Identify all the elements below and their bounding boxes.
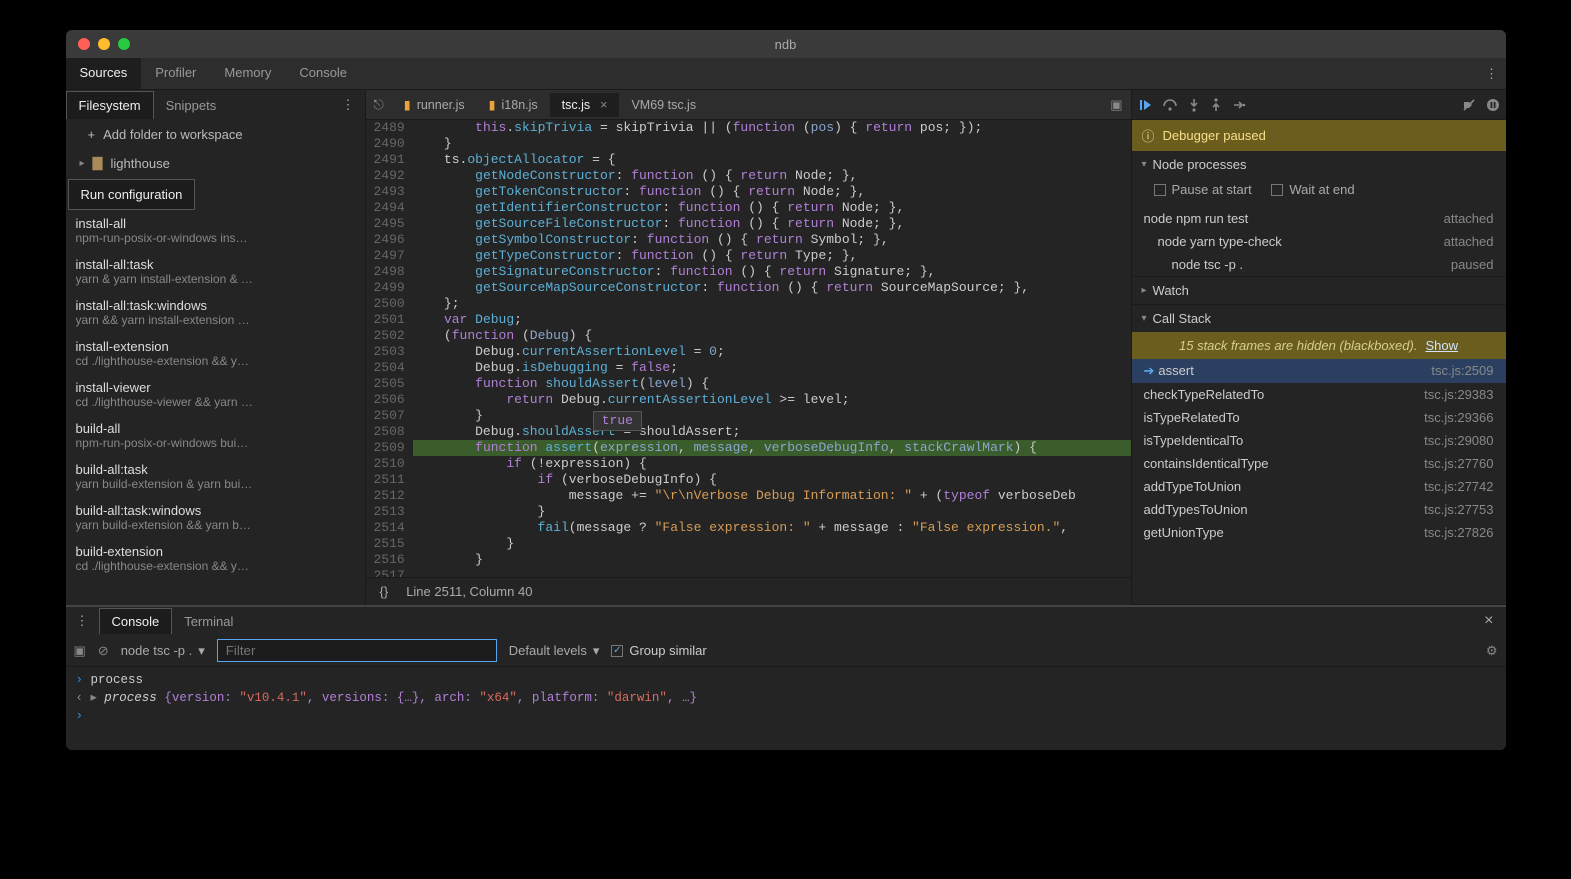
step-over-icon[interactable] — [1162, 98, 1178, 112]
stack-frame[interactable]: isTypeRelatedTotsc.js:29366 — [1132, 406, 1506, 429]
stack-frame[interactable]: isTypeIdenticalTotsc.js:29080 — [1132, 429, 1506, 452]
tab-filesystem[interactable]: Filesystem — [66, 91, 154, 119]
script-item[interactable]: install-allnpm-run-posix-or-windows ins… — [66, 210, 365, 251]
file-tab[interactable]: ▮i18n.js — [477, 92, 550, 117]
file-tab[interactable]: VM69 tsc.js — [619, 93, 708, 117]
run-configuration-header[interactable]: Run configuration — [68, 179, 196, 210]
step-icon[interactable] — [1232, 98, 1246, 112]
clear-console-icon[interactable]: ⊘ — [98, 643, 109, 659]
script-item[interactable]: install-viewercd ./lighthouse-viewer && … — [66, 374, 365, 415]
script-item[interactable]: build-extensioncd ./lighthouse-extension… — [66, 538, 365, 579]
folder-item[interactable]: ▸ ▇ lighthouse — [66, 149, 365, 177]
stack-frame[interactable]: getUnionTypetsc.js:27826 — [1132, 521, 1506, 544]
info-icon: ⓘ — [1142, 126, 1155, 145]
file-tab[interactable]: ▮runner.js — [392, 92, 477, 117]
code-editor[interactable]: this.skipTrivia = skipTrivia || (functio… — [413, 120, 1131, 577]
toggle-navigator-icon[interactable]: ▣ — [1102, 97, 1130, 113]
debugger-controls — [1132, 90, 1506, 120]
tab-memory[interactable]: Memory — [210, 58, 285, 89]
window-titlebar: ndb — [66, 30, 1506, 58]
drawer-tab-terminal[interactable]: Terminal — [172, 609, 245, 634]
step-out-icon[interactable] — [1210, 98, 1222, 112]
value-tooltip: true — [593, 411, 642, 431]
nav-back-icon[interactable]: ⎋ — [366, 97, 392, 113]
pause-at-start-checkbox[interactable]: Pause at start — [1154, 182, 1252, 197]
add-folder-button[interactable]: + Add folder to workspace — [66, 120, 365, 149]
filter-input[interactable] — [217, 639, 497, 662]
folder-label: lighthouse — [111, 156, 170, 171]
debugger-pane: ⓘ Debugger paused Node processes Pause a… — [1131, 90, 1506, 605]
tab-console[interactable]: Console — [285, 58, 361, 89]
settings-icon[interactable]: ⚙ — [1486, 643, 1498, 659]
editor-pane: ⎋ ▮runner.js ▮i18n.js tsc.js× VM69 tsc.j… — [366, 90, 1131, 605]
line-gutter: 2489249024912492249324942495249624972498… — [366, 120, 413, 577]
close-tab-icon[interactable]: × — [600, 98, 607, 112]
levels-selector[interactable]: Default levels ▾ — [509, 643, 600, 659]
chevron-down-icon: ▾ — [593, 643, 600, 659]
script-item[interactable]: install-extensioncd ./lighthouse-extensi… — [66, 333, 365, 374]
folder-icon: ▇ — [93, 155, 103, 171]
stack-frame[interactable]: checkTypeRelatedTotsc.js:29383 — [1132, 383, 1506, 406]
context-selector[interactable]: node tsc -p . ▾ — [121, 643, 205, 659]
js-file-icon: ▮ — [404, 97, 411, 112]
plus-icon: + — [88, 127, 96, 142]
drawer-tab-console[interactable]: Console — [99, 608, 173, 634]
process-item[interactable]: node tsc -p .paused — [1132, 253, 1506, 276]
process-item[interactable]: node npm run testattached — [1132, 207, 1506, 230]
paused-label: Debugger paused — [1163, 128, 1266, 143]
chevron-down-icon: ▾ — [198, 643, 205, 659]
file-tab-active[interactable]: tsc.js× — [550, 93, 620, 117]
console-drawer: ⋮ Console Terminal × ▣ ⊘ node tsc -p . ▾… — [66, 605, 1506, 750]
script-item[interactable]: build-all:task:windowsyarn build-extensi… — [66, 497, 365, 538]
add-folder-label: Add folder to workspace — [103, 127, 242, 142]
stack-frame[interactable]: addTypesToUniontsc.js:27753 — [1132, 498, 1506, 521]
wait-at-end-checkbox[interactable]: Wait at end — [1271, 182, 1354, 197]
stack-frame[interactable]: ➔asserttsc.js:2509 — [1132, 359, 1506, 383]
toggle-sidebar-icon[interactable]: ▣ — [74, 643, 86, 659]
script-item[interactable]: install-all:taskyarn & yarn install-exte… — [66, 251, 365, 292]
current-frame-icon: ➔ — [1144, 363, 1155, 378]
minimize-window-icon[interactable] — [98, 38, 110, 50]
group-similar-checkbox[interactable]: ✓Group similar — [611, 643, 706, 658]
main-tabs: Sources Profiler Memory Console ⋮ — [66, 58, 1506, 90]
resume-icon[interactable] — [1138, 98, 1152, 112]
pretty-print-icon[interactable]: {} — [380, 584, 389, 599]
left-sidebar: Filesystem Snippets ⋮ + Add folder to wo… — [66, 90, 366, 605]
cursor-position: Line 2511, Column 40 — [406, 584, 532, 599]
console-output[interactable]: › process ‹ ▸ process {version: "v10.4.1… — [66, 667, 1506, 729]
process-item[interactable]: node yarn type-checkattached — [1132, 230, 1506, 253]
blackbox-notice: 15 stack frames are hidden (blackboxed).… — [1132, 332, 1506, 359]
node-processes-header[interactable]: Node processes — [1132, 151, 1506, 178]
script-item[interactable]: build-all:taskyarn build-extension & yar… — [66, 456, 365, 497]
stack-frame[interactable]: containsIdenticalTypetsc.js:27760 — [1132, 452, 1506, 475]
tab-snippets[interactable]: Snippets — [154, 92, 229, 119]
file-tabs: ⎋ ▮runner.js ▮i18n.js tsc.js× VM69 tsc.j… — [366, 90, 1131, 120]
tab-sources[interactable]: Sources — [66, 58, 142, 89]
script-item[interactable]: install-all:task:windowsyarn && yarn ins… — [66, 292, 365, 333]
drawer-menu-icon[interactable]: ⋮ — [66, 613, 99, 629]
step-into-icon[interactable] — [1188, 98, 1200, 112]
deactivate-breakpoints-icon[interactable] — [1462, 98, 1476, 112]
scripts-list: install-allnpm-run-posix-or-windows ins…… — [66, 210, 365, 605]
editor-statusbar: {} Line 2511, Column 40 — [366, 577, 1131, 605]
watch-header[interactable]: Watch — [1132, 277, 1506, 304]
show-blackboxed-link[interactable]: Show — [1425, 338, 1458, 353]
window-title: ndb — [775, 37, 797, 52]
close-drawer-icon[interactable]: × — [1472, 612, 1505, 630]
call-stack-header[interactable]: Call Stack — [1132, 305, 1506, 332]
zoom-window-icon[interactable] — [118, 38, 130, 50]
pause-exceptions-icon[interactable] — [1486, 98, 1500, 112]
sidebar-more-icon[interactable]: ⋮ — [332, 97, 365, 113]
debugger-paused-banner: ⓘ Debugger paused — [1132, 120, 1506, 151]
close-window-icon[interactable] — [78, 38, 90, 50]
tab-profiler[interactable]: Profiler — [141, 58, 210, 89]
stack-frame[interactable]: addTypeToUniontsc.js:27742 — [1132, 475, 1506, 498]
js-file-icon: ▮ — [489, 97, 496, 112]
more-menu-icon[interactable]: ⋮ — [1478, 58, 1506, 89]
script-item[interactable]: build-allnpm-run-posix-or-windows bui… — [66, 415, 365, 456]
chevron-right-icon: ▸ — [80, 158, 85, 169]
